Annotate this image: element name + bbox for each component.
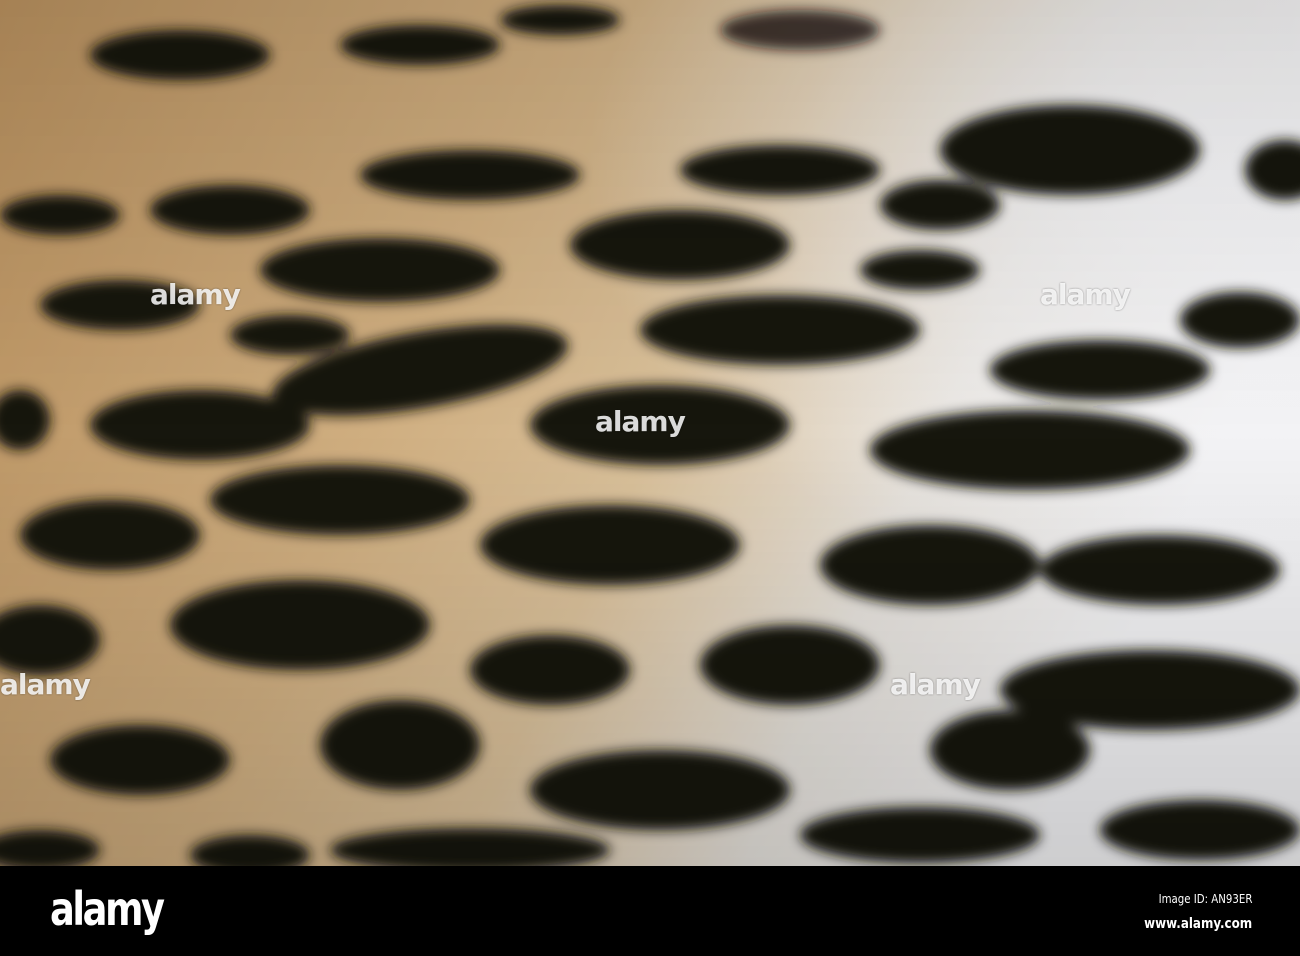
watermark: alamy: [150, 278, 241, 311]
watermark: alamy: [890, 668, 981, 701]
alamy-logo[interactable]: alamy: [50, 882, 165, 936]
watermark: alamy: [595, 405, 686, 438]
watermark: alamy: [0, 668, 91, 701]
site-url[interactable]: www.alamy.com: [1144, 916, 1252, 932]
footer-bar: alamy Image ID: AN93ER www.alamy.com: [0, 866, 1300, 956]
leopard-fur-photo: alamy alamy alamy alamy alamy: [0, 0, 1300, 866]
watermark: alamy: [1040, 278, 1131, 311]
image-id: Image ID: AN93ER: [1158, 892, 1252, 906]
